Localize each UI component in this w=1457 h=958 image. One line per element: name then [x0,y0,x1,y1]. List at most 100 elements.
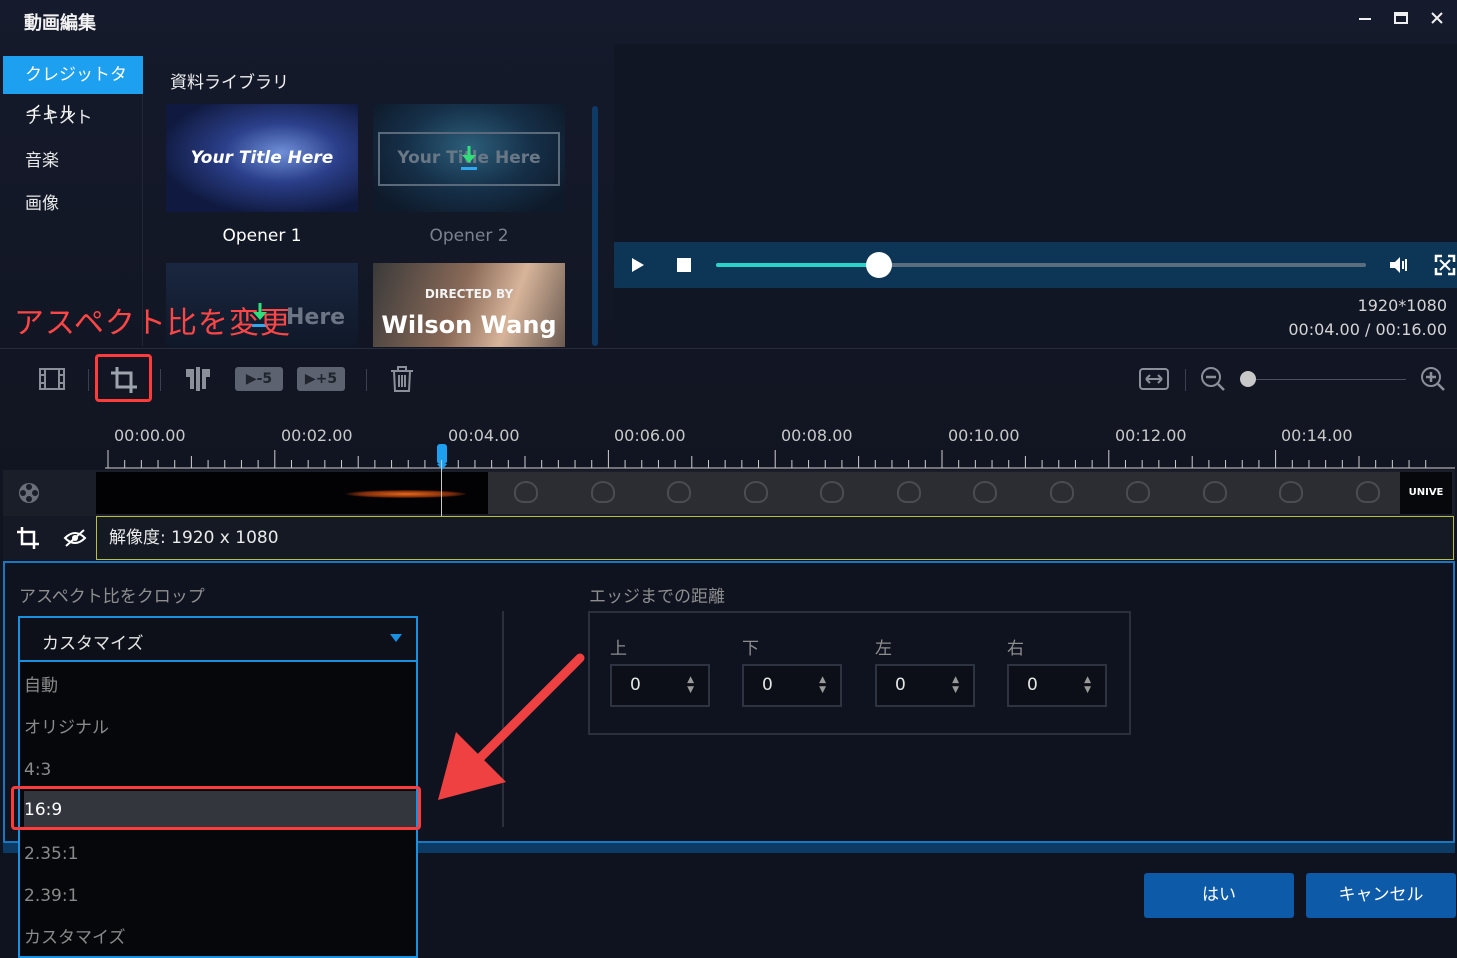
maximize-icon[interactable] [1388,8,1414,32]
cancel-button[interactable]: キャンセル [1306,873,1456,918]
download-icon[interactable] [459,144,479,176]
fullscreen-icon[interactable] [1434,254,1456,280]
card-thumbnail: Your Title Here [373,104,565,212]
nav-item-text[interactable]: テキスト [3,99,143,137]
stepper-value: 0 [1027,675,1038,695]
zoom-slider-track[interactable] [1246,379,1406,380]
library-scrollbar[interactable] [592,106,598,346]
zoom-in-icon[interactable] [1420,365,1446,395]
crop-track: 解像度: 1920 x 1080 [3,516,1455,560]
edit-toolbar: ▶-5 ▶+5 [0,348,1457,408]
toolbar-divider [1185,369,1186,391]
film-reel-icon [17,481,41,509]
ruler-label: 00:00.00 [114,426,186,445]
time-readout: 00:04.00 / 00:16.00 [1288,320,1447,339]
video-clip-strip[interactable]: UNIVE [96,472,1452,514]
dropdown-option-auto[interactable]: 自動 [24,668,416,704]
thumbnail-subtitle-text: DIRECTED BY [424,287,514,301]
stepper-arrows-icon[interactable]: ▲ ▼ [1084,675,1091,695]
toolbar-divider [366,369,367,391]
aspect-crop-label: アスペクト比をクロップ [19,587,205,607]
progress-knob[interactable] [865,252,892,278]
nav-item-music[interactable]: 音楽 [3,142,143,180]
stepper-arrows-icon[interactable]: ▲ ▼ [687,675,694,695]
dropdown-option-2-35-1[interactable]: 2.35:1 [24,836,416,872]
stepper-value: 0 [630,675,641,695]
clip-placeholder-icon [1355,481,1380,503]
zoom-slider-knob[interactable] [1240,371,1256,387]
library-card-4[interactable]: DIRECTED BY Wilson Wang [373,263,565,347]
close-icon[interactable] [1424,8,1450,32]
edge-top-stepper[interactable]: 0 ▲ ▼ [610,664,710,707]
toolbar-divider [160,369,161,391]
clip-placeholder-icon [1202,481,1227,503]
stepper-arrows-icon[interactable]: ▲ ▼ [952,675,959,695]
minimize-icon[interactable] [1352,8,1378,32]
split-icon[interactable] [184,365,212,395]
edge-left-stepper[interactable]: 0 ▲ ▼ [875,664,975,707]
dropdown-option-4-3[interactable]: 4:3 [24,752,416,788]
play-icon[interactable] [628,256,646,278]
ok-button[interactable]: はい [1144,873,1294,918]
library-card-opener-1[interactable]: Your Title Here Opener 1 [166,104,358,246]
chevron-down-icon[interactable] [390,634,402,642]
card-thumbnail: DIRECTED BY Wilson Wang [373,263,565,347]
nav-item-credit-title[interactable]: クレジットタイトル [3,56,143,123]
ruler-label: 00:10.00 [948,426,1020,445]
stepper-arrows-icon[interactable]: ▲ ▼ [819,675,826,695]
clip-placeholder-icon [1126,481,1150,503]
crop-tool-highlight [95,354,152,402]
dropdown-option-original[interactable]: オリジナル [24,710,416,746]
crop-icon[interactable] [16,526,40,554]
back-5-label: -5 [256,371,273,387]
volume-icon[interactable] [1388,254,1410,280]
toolbar-divider [88,369,89,391]
edge-distance-label: エッジまでの距離 [589,587,725,607]
thumbnail-title-text: Your Title Here [190,148,334,168]
video-editor-window: 動画編集 クレジットタイトル テキスト 音楽 画像 資料ライブラリ Your T… [0,0,1457,958]
clip-placeholder-icon [1279,481,1303,503]
film-icon[interactable] [38,365,66,395]
thumbnail-title-text: Wilson Wang [381,311,557,339]
clip-placeholder-icon [590,481,615,503]
video-track: UNIVE [3,470,1455,516]
edge-right-stepper[interactable]: 0 ▲ ▼ [1007,664,1107,707]
progress-track[interactable] [716,252,1366,278]
thumbnail-title-text: Here [286,305,346,330]
end-clip-thumb: UNIVE [1400,472,1452,514]
stepper-value: 0 [895,675,906,695]
dropdown-option-customize[interactable]: カスタマイズ [24,920,416,956]
crop-resolution-info: 解像度: 1920 x 1080 [96,516,1454,560]
card-label: Opener 1 [222,226,302,246]
clip-frame-dark [96,472,488,514]
eye-off-icon[interactable] [63,528,87,552]
clip-placeholder-icon [1049,481,1074,503]
edge-bottom-stepper[interactable]: 0 ▲ ▼ [742,664,842,707]
library-card-opener-2[interactable]: Your Title Here Opener 2 [373,104,565,246]
ruler-label: 00:14.00 [1281,426,1353,445]
play-back-icon: ▶ [245,371,257,387]
playhead-line [441,460,442,516]
delete-icon[interactable] [389,365,415,395]
ruler-label: 00:04.00 [448,426,520,445]
back-5-button[interactable]: ▶-5 [235,367,283,391]
zoom-out-icon[interactable] [1200,365,1226,395]
annotation-label: アスペクト比を変更 [14,306,291,341]
ruler-label: 00:12.00 [1115,426,1187,445]
clip-placeholder-icon [896,481,921,503]
nav-item-image[interactable]: 画像 [3,185,143,223]
library-title: 資料ライブラリ [170,73,289,93]
clip-placeholder-icon [514,481,538,503]
timeline-ruler[interactable]: 00:00.00 00:02.00 00:04.00 00:06.00 00:0… [95,420,1457,470]
forward-5-button[interactable]: ▶+5 [297,367,345,391]
card-thumbnail: Your Title Here [166,104,358,212]
fit-width-icon[interactable] [1138,365,1170,395]
video-preview [614,44,1457,344]
clip-frame-glow [346,490,466,498]
dropdown-option-2-39-1[interactable]: 2.39:1 [24,878,416,914]
aspect-ratio-select[interactable]: カスタマイズ [18,616,418,662]
stop-icon[interactable] [676,257,692,277]
edge-label-top: 上 [610,639,627,659]
ruler-label: 00:08.00 [781,426,853,445]
option-highlight [11,786,421,830]
